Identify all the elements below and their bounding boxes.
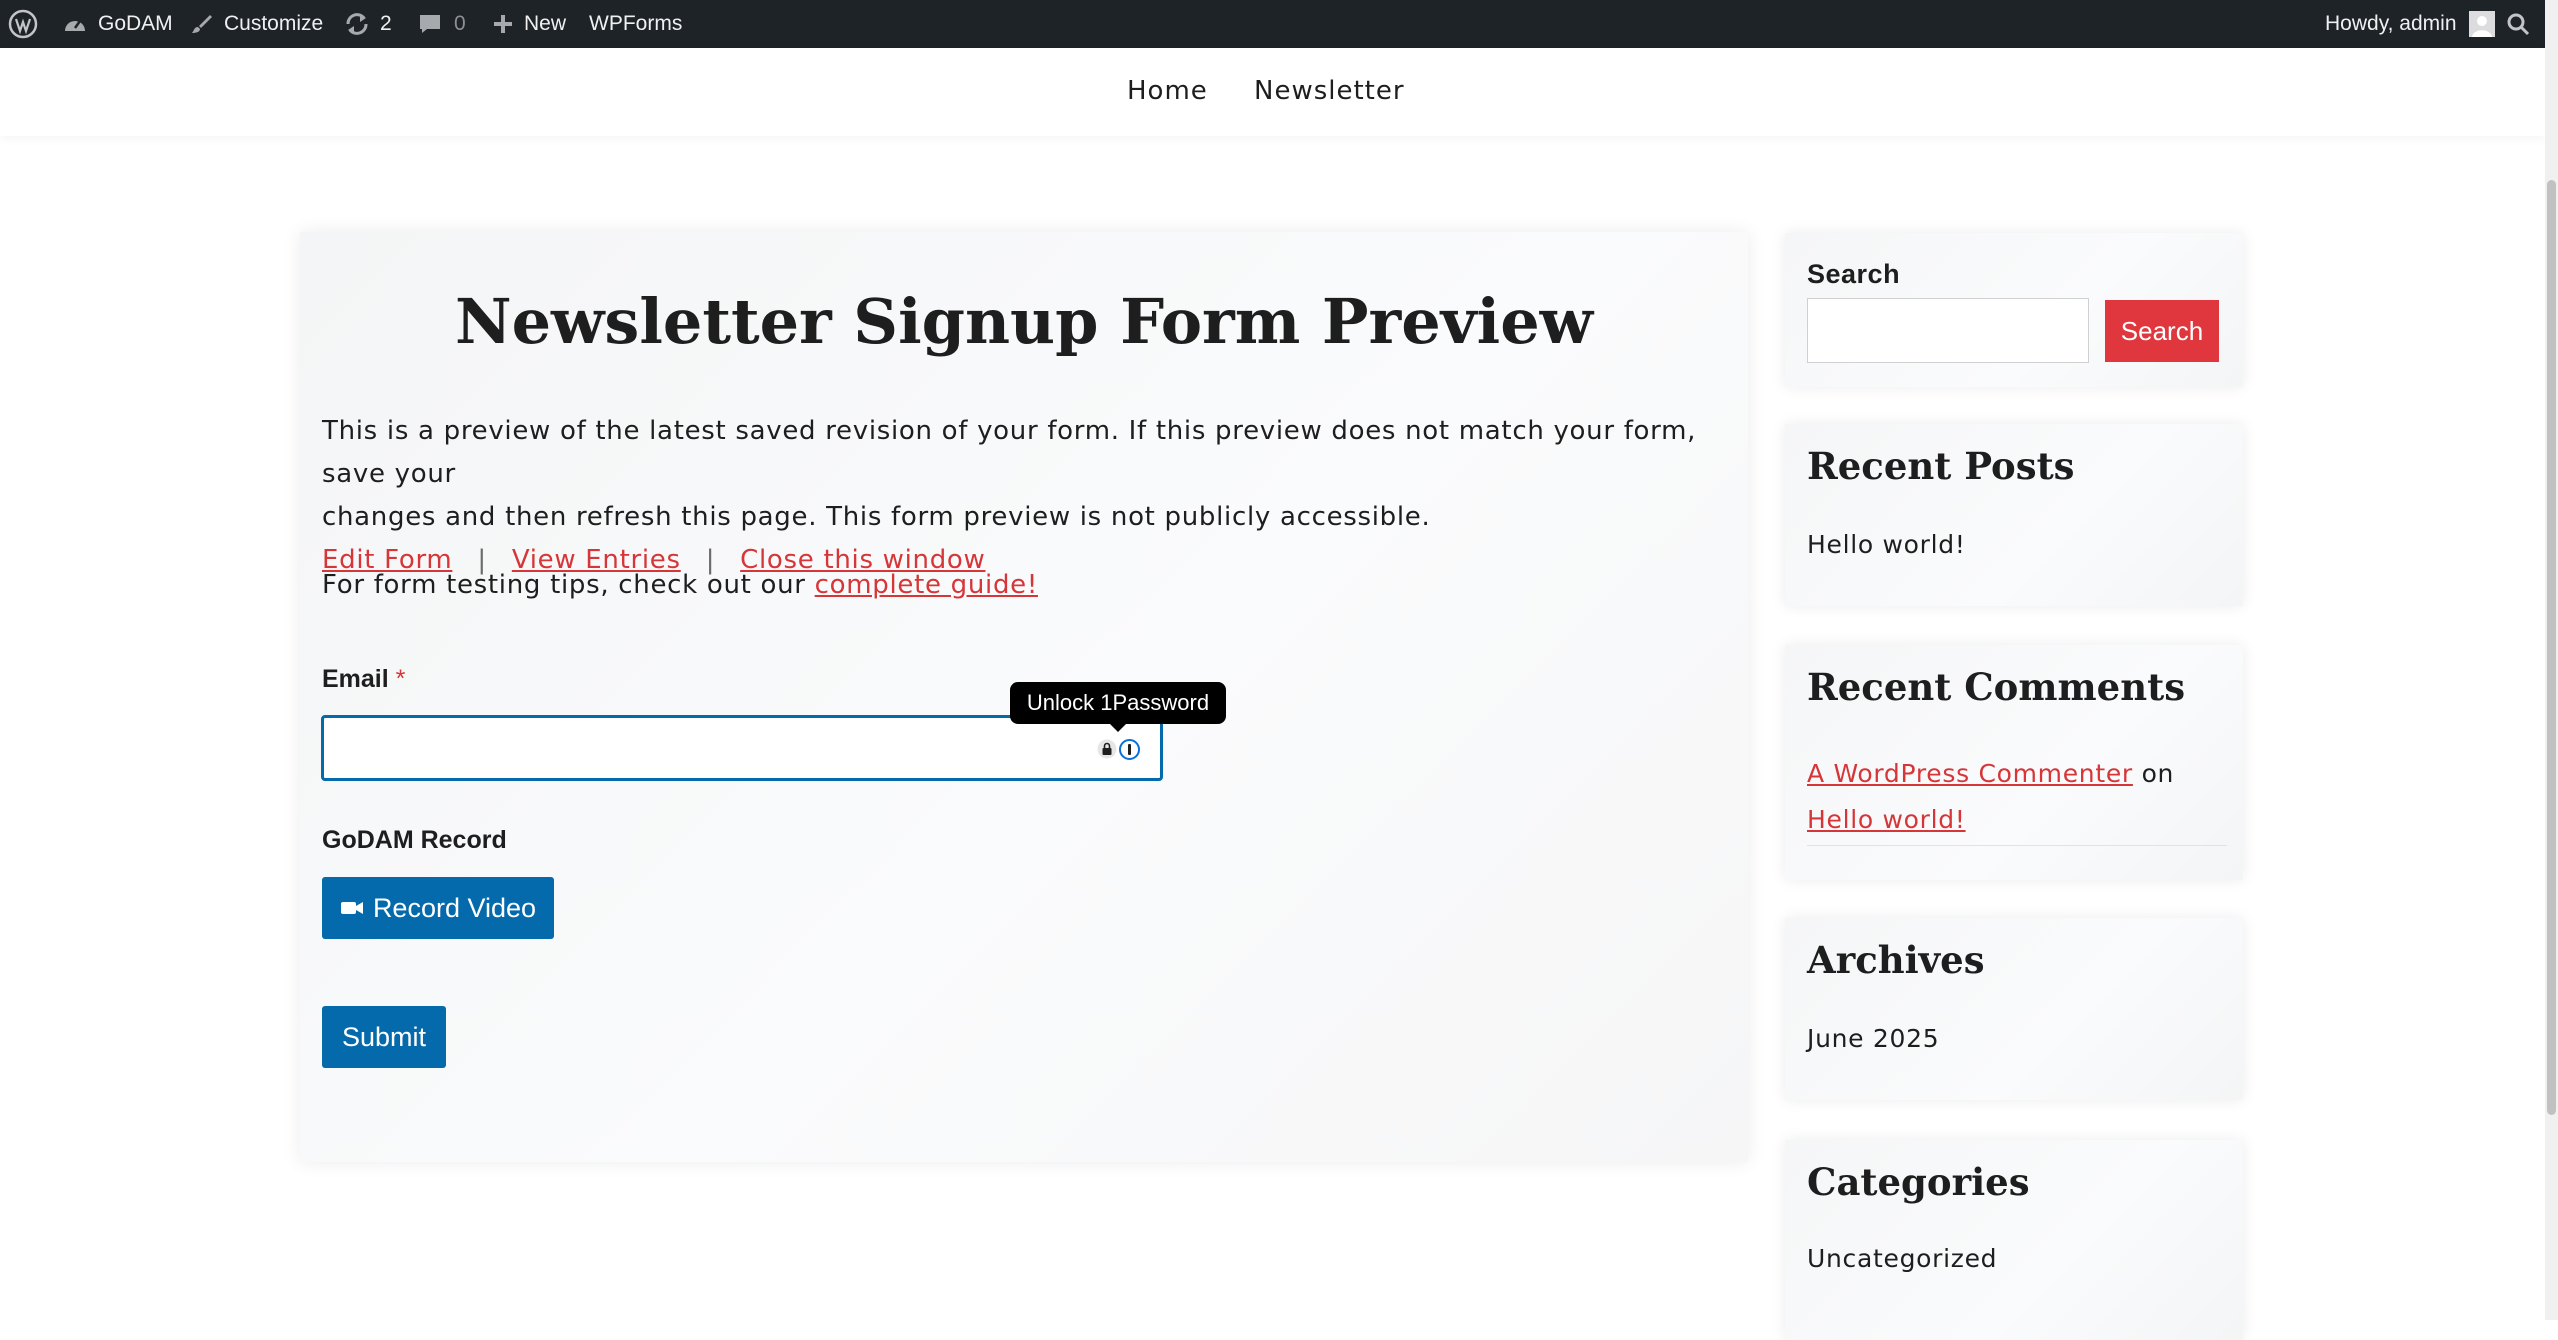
site-header: Home Newsletter xyxy=(0,48,2545,136)
testing-tips: For form testing tips, check out our com… xyxy=(322,564,1038,607)
testing-tips-text: For form testing tips, check out our xyxy=(322,570,806,600)
search-widget-title: Search xyxy=(1807,259,1901,289)
scrollbar-thumb[interactable] xyxy=(2547,180,2556,1115)
plus-icon xyxy=(492,13,514,35)
sidebar-search-input[interactable] xyxy=(1807,298,2089,363)
site-name-menu[interactable]: GoDAM xyxy=(62,0,173,48)
updates-count: 2 xyxy=(380,12,392,35)
recent-comments-widget: Recent Comments A WordPress Commenter on… xyxy=(1785,645,2243,880)
preview-notice-line-2: changes and then refresh this page. This… xyxy=(322,502,1431,532)
recent-posts-title: Recent Posts xyxy=(1807,444,2075,488)
unlock-1password-tooltip: Unlock 1Password xyxy=(1010,682,1226,724)
wordpress-logo-icon[interactable] xyxy=(8,0,38,48)
archives-widget: Archives June 2025 xyxy=(1785,918,2243,1100)
page-title: Newsletter Signup Form Preview xyxy=(454,285,1594,358)
comment-post-link[interactable]: Hello world! xyxy=(1807,805,1966,834)
preview-notice-line-1: This is a preview of the latest saved re… xyxy=(322,416,1697,489)
recent-posts-widget: Recent Posts Hello world! xyxy=(1785,424,2243,606)
record-video-label: Record Video xyxy=(372,892,537,923)
howdy-label: Howdy, admin xyxy=(2325,12,2457,35)
recent-comments-title: Recent Comments xyxy=(1807,665,2186,709)
admin-bar: GoDAM Customize 2 0 New WPForms Howdy, a… xyxy=(0,0,2545,48)
new-label: New xyxy=(524,12,567,35)
submit-button[interactable]: Submit xyxy=(322,1006,446,1068)
dashboard-icon xyxy=(62,13,88,35)
divider xyxy=(1807,845,2227,846)
complete-guide-link[interactable]: complete guide! xyxy=(815,570,1038,600)
recent-comment-item: A WordPress Commenter on Hello world! xyxy=(1807,751,2227,843)
comment-author-link[interactable]: A WordPress Commenter xyxy=(1807,759,2133,788)
recent-post-link[interactable]: Hello world! xyxy=(1807,530,1966,559)
email-field-label: Email * xyxy=(322,665,405,694)
sidebar-search-button[interactable]: Search xyxy=(2105,300,2219,362)
record-video-button[interactable]: Record Video xyxy=(322,877,554,939)
wpforms-menu[interactable]: WPForms xyxy=(589,0,682,48)
onepassword-icon[interactable] xyxy=(1119,739,1140,764)
customize-link[interactable]: Customize xyxy=(190,0,323,48)
category-link[interactable]: Uncategorized xyxy=(1807,1244,1997,1273)
comment-icon xyxy=(418,12,442,36)
search-widget: Search Search xyxy=(1785,233,2243,387)
godam-record-label: GoDAM Record xyxy=(322,826,507,854)
required-marker: * xyxy=(395,665,406,693)
comment-on-text: on xyxy=(2141,759,2175,788)
lock-icon[interactable] xyxy=(1097,739,1117,763)
new-content-menu[interactable]: New xyxy=(492,0,566,48)
preview-notice: This is a preview of the latest saved re… xyxy=(322,410,1742,582)
email-label-text: Email xyxy=(322,665,389,693)
comments-count: 0 xyxy=(454,12,466,35)
avatar-icon xyxy=(2468,11,2495,37)
email-field[interactable] xyxy=(321,715,1163,781)
account-menu[interactable]: Howdy, admin xyxy=(2325,0,2495,48)
search-icon[interactable] xyxy=(2506,0,2530,48)
categories-title: Categories xyxy=(1807,1160,2030,1204)
brush-icon xyxy=(190,12,214,36)
wpforms-label: WPForms xyxy=(589,12,683,35)
video-camera-icon xyxy=(340,893,364,924)
site-name-label: GoDAM xyxy=(98,12,173,35)
tooltip-arrow xyxy=(1108,722,1128,732)
updates-link[interactable]: 2 xyxy=(344,0,392,48)
refresh-icon xyxy=(344,12,370,36)
comments-link[interactable]: 0 xyxy=(418,0,466,48)
categories-widget: Categories Uncategorized xyxy=(1785,1140,2243,1340)
archive-link[interactable]: June 2025 xyxy=(1807,1024,1939,1053)
nav-item-home[interactable]: Home xyxy=(1127,76,1208,106)
customize-label: Customize xyxy=(224,12,324,35)
archives-title: Archives xyxy=(1807,938,1985,982)
nav-item-newsletter[interactable]: Newsletter xyxy=(1254,76,1405,106)
